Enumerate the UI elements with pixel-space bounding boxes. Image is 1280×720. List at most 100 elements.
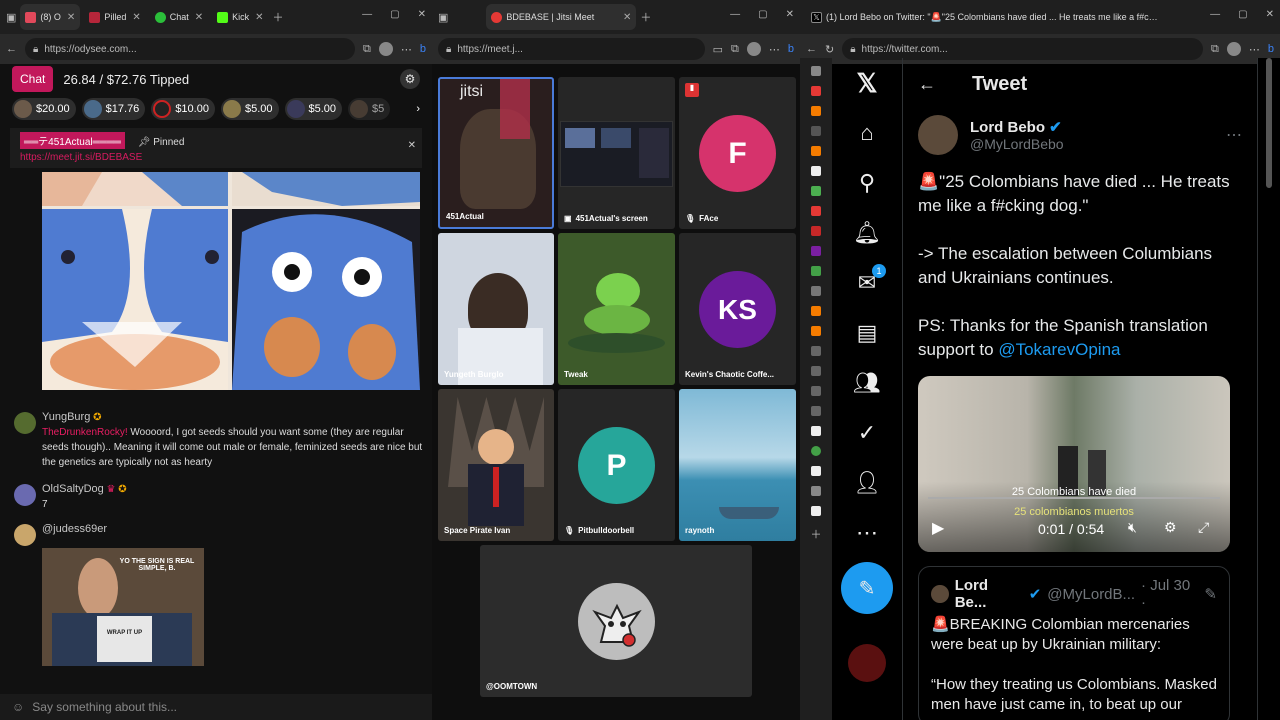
- tip-chip[interactable]: $5.00: [220, 98, 279, 120]
- communities-icon[interactable]: 👥︎: [842, 358, 892, 408]
- profile-nav-icon[interactable]: 👤︎: [842, 458, 892, 508]
- notifications-icon[interactable]: 🔔︎: [842, 208, 892, 258]
- tab-twitter[interactable]: 𝕏 (1) Lord Bebo on Twitter: "🚨"25 Colombi…: [806, 4, 1166, 30]
- verified-icon[interactable]: ✓: [842, 408, 892, 458]
- more-icon[interactable]: ⋯: [1249, 43, 1260, 56]
- close-tab-icon[interactable]: ✕: [132, 12, 140, 23]
- emoji-icon[interactable]: ☺: [12, 700, 24, 714]
- participant-tile[interactable]: Tweak: [558, 233, 675, 385]
- more-icon[interactable]: ⋯: [769, 43, 780, 56]
- pinned-author[interactable]: ══テ451Actual════: [20, 132, 125, 149]
- chat-mention[interactable]: TheDrunkenRocky!: [42, 427, 128, 438]
- extensions-icon[interactable]: ⧉: [363, 43, 371, 56]
- chevron-right-icon[interactable]: ›: [416, 103, 420, 115]
- sidebar-app-icon[interactable]: [811, 326, 821, 336]
- tab-kick[interactable]: Kick ✕: [212, 4, 268, 30]
- tip-chip[interactable]: $5.00: [284, 98, 343, 120]
- avatar[interactable]: [918, 115, 958, 155]
- close-window-icon[interactable]: ✕: [786, 9, 794, 20]
- compose-tweet-button[interactable]: ✎: [841, 562, 893, 614]
- play-icon[interactable]: ▶: [932, 518, 944, 538]
- back-icon[interactable]: ←: [806, 43, 817, 55]
- tweet-video[interactable]: 25 Colombians have died 25 colombianos m…: [918, 376, 1230, 552]
- maximize-icon[interactable]: ▢: [758, 9, 767, 20]
- chat-tab-button[interactable]: Chat: [12, 66, 54, 92]
- tab-actions-icon[interactable]: ▣: [6, 11, 16, 24]
- messages-icon[interactable]: ✉ 1: [842, 258, 892, 308]
- close-window-icon[interactable]: ✕: [1266, 9, 1274, 20]
- sidebar-app-icon[interactable]: [811, 266, 821, 276]
- sidebar-app-icon[interactable]: [811, 426, 821, 436]
- back-arrow-icon[interactable]: ←: [918, 74, 936, 95]
- sidebar-app-icon[interactable]: [811, 86, 821, 96]
- author-handle[interactable]: @MyLordBebo: [970, 136, 1064, 152]
- search-icon[interactable]: ⚲: [842, 158, 892, 208]
- more-nav-icon[interactable]: ⋯: [842, 508, 892, 558]
- sidebar-app-icon[interactable]: [811, 306, 821, 316]
- lists-icon[interactable]: ▤: [842, 308, 892, 358]
- new-tab-icon[interactable]: ＋: [273, 9, 284, 25]
- url-field[interactable]: 🔒︎ https://twitter.com...: [842, 38, 1204, 60]
- sidebar-app-icon[interactable]: [811, 246, 821, 256]
- scrollbar[interactable]: [1258, 58, 1280, 720]
- close-tab-icon[interactable]: ✕: [623, 12, 631, 23]
- gear-icon[interactable]: ⚙: [400, 69, 420, 89]
- pinned-link[interactable]: https://meet.jit.si/BDEBASE: [20, 152, 412, 163]
- sidebar-app-icon[interactable]: [811, 346, 821, 356]
- maximize-icon[interactable]: ▢: [390, 9, 399, 20]
- bing-icon[interactable]: b: [420, 43, 426, 55]
- close-icon[interactable]: ✕: [408, 140, 416, 151]
- tab-chat[interactable]: Chat ✕: [150, 4, 208, 30]
- sidebar-app-icon[interactable]: [811, 106, 821, 116]
- minimize-icon[interactable]: —: [362, 9, 372, 20]
- camera-icon[interactable]: ▭: [713, 43, 723, 56]
- fullscreen-icon[interactable]: ⤢: [1198, 519, 1209, 536]
- participant-tile[interactable]: raynoth: [679, 389, 796, 541]
- account-avatar[interactable]: [848, 644, 886, 682]
- author-name[interactable]: Lord Bebo: [970, 119, 1045, 136]
- bing-icon[interactable]: b: [788, 43, 794, 55]
- minimize-icon[interactable]: —: [1210, 9, 1220, 20]
- close-tab-icon[interactable]: ✕: [255, 12, 263, 23]
- participant-tile[interactable]: Space Pirate Ivan: [438, 389, 554, 541]
- tip-chip[interactable]: $20.00: [12, 98, 76, 120]
- participant-tile[interactable]: P 🎙︎ Pitbulldoorbell: [558, 389, 675, 541]
- mention-link[interactable]: @TokarevOpina: [998, 340, 1120, 359]
- sidebar-app-icon[interactable]: [811, 126, 821, 136]
- profile-icon[interactable]: [1226, 42, 1241, 56]
- bing-icon[interactable]: b: [1268, 43, 1274, 55]
- scrollbar-thumb[interactable]: [1266, 58, 1272, 188]
- new-tab-icon[interactable]: ＋: [640, 9, 651, 25]
- video-progress[interactable]: [928, 497, 1220, 499]
- sidebar-app-icon[interactable]: [811, 226, 821, 236]
- participant-tile[interactable]: @OOMTOWN: [480, 545, 752, 697]
- chat-username[interactable]: @judess69er: [42, 523, 107, 535]
- minimize-icon[interactable]: —: [730, 9, 740, 20]
- sidebar-app-icon[interactable]: [811, 286, 821, 296]
- participant-tile[interactable]: ▮ F 🎙︎ FAce: [679, 77, 796, 229]
- sidebar-app-icon[interactable]: [811, 506, 821, 516]
- participant-tile[interactable]: ▣ 451Actual's screen: [558, 77, 675, 229]
- participant-tile[interactable]: KS Kevin's Chaotic Coffe...: [679, 233, 796, 385]
- sidebar-app-icon[interactable]: [811, 146, 821, 156]
- tip-chip[interactable]: $10.00: [151, 98, 215, 120]
- sidebar-app-icon[interactable]: [811, 66, 821, 76]
- tab-odysee[interactable]: (8) O ✕: [20, 4, 81, 30]
- x-logo-icon[interactable]: 𝕏: [842, 58, 892, 108]
- sidebar-app-icon[interactable]: [811, 206, 821, 216]
- chat-username[interactable]: YungBurg: [42, 411, 90, 423]
- extensions-icon[interactable]: ⧉: [1211, 43, 1219, 56]
- chat-username[interactable]: OldSaltyDog: [42, 483, 104, 495]
- url-field[interactable]: 🔒︎ https://meet.j...: [438, 38, 705, 60]
- tab-pilled[interactable]: Pilled ✕: [84, 4, 145, 30]
- quoted-tweet[interactable]: Lord Be... ✔ @MyLordB... · Jul 30 · ✎ 🚨B…: [918, 566, 1230, 720]
- profile-icon[interactable]: [746, 42, 761, 56]
- settings-icon[interactable]: ⚙: [1164, 519, 1177, 536]
- refresh-icon[interactable]: ↻: [825, 43, 834, 56]
- url-field[interactable]: 🔒︎ https://odysee.com...: [25, 38, 356, 60]
- sidebar-app-icon[interactable]: [811, 186, 821, 196]
- close-tab-icon[interactable]: ✕: [195, 12, 203, 23]
- sidebar-app-icon[interactable]: [811, 486, 821, 496]
- tip-chip[interactable]: $5: [348, 98, 391, 120]
- participant-tile[interactable]: Yungeth Burglo: [438, 233, 554, 385]
